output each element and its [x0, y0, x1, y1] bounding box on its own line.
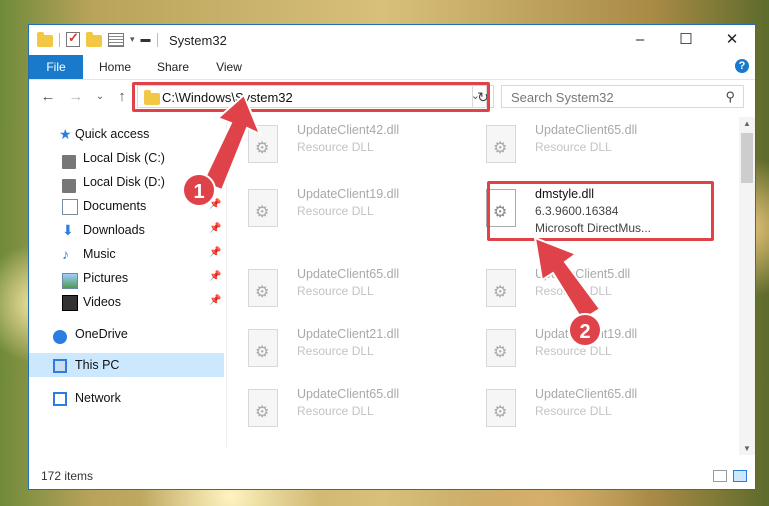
step-1-badge: 1 — [182, 173, 216, 207]
arrow-to-dmstyle-file — [533, 236, 602, 322]
arrow-to-address-bar — [201, 93, 262, 192]
annotation-arrows — [201, 93, 602, 322]
step-2-badge: 2 — [568, 313, 602, 347]
